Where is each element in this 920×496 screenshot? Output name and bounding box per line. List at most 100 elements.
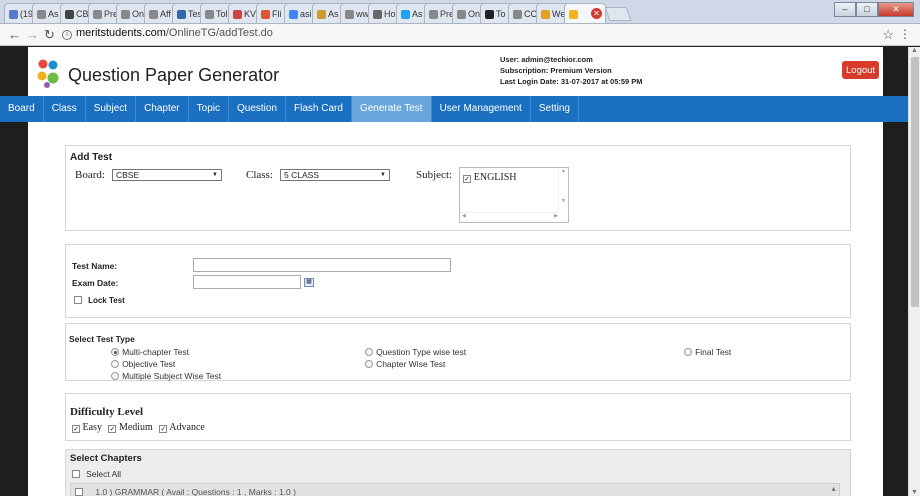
advance-option[interactable]: ✓ Advance: [159, 422, 205, 433]
user-line: User: admin@techior.com: [500, 55, 593, 64]
radio-multiple-subject[interactable]: Multiple Subject Wise Test: [111, 370, 221, 382]
url-field[interactable]: i meritstudents.com/OnlineTG/addTest.do: [62, 27, 273, 40]
tab-favicon-icon: [541, 9, 550, 19]
new-tab-button[interactable]: [604, 7, 632, 21]
radio-button[interactable]: [684, 348, 692, 356]
difficulty-options: ✓ Easy ✓ Medium ✓ Advance: [72, 422, 205, 433]
logout-button[interactable]: Logout: [842, 61, 880, 79]
board-select-value: CBSE: [116, 170, 140, 180]
nav-item-user-management[interactable]: User Management: [432, 96, 531, 122]
subject-listbox[interactable]: ✓ ENGLISH ▲ ▼ ◀ ▶: [459, 167, 569, 223]
radio-chapter-wise[interactable]: Chapter Wise Test: [365, 358, 445, 370]
nav-item-board[interactable]: Board: [0, 96, 44, 122]
select-all-option[interactable]: Select All: [72, 468, 121, 480]
maximize-icon[interactable]: □: [856, 2, 878, 17]
page-scrollbar[interactable]: ▲ ▼: [908, 47, 920, 496]
bookmark-star-icon[interactable]: ☆: [882, 27, 894, 43]
difficulty-section: Difficulty Level ✓ Easy ✓ Medium ✓ Advan…: [65, 393, 851, 441]
lock-test-option[interactable]: Lock Test: [74, 294, 125, 306]
test-name-input[interactable]: [193, 258, 451, 272]
select-all-label: Select All: [86, 469, 122, 479]
tab-favicon-icon: [121, 9, 130, 19]
easy-checkbox[interactable]: ✓: [72, 425, 80, 433]
radio-button[interactable]: [111, 360, 119, 368]
back-arrow-icon[interactable]: ←: [8, 27, 21, 42]
tab-favicon-icon: [485, 9, 494, 19]
chapter-row[interactable]: 1.0 ) GRAMMAR ( Avail : Questions : 1 , …: [75, 487, 296, 496]
tab-favicon-icon: [373, 9, 382, 19]
radio-button[interactable]: [365, 360, 373, 368]
chapter-checkbox[interactable]: [75, 488, 83, 496]
nav-item-subject[interactable]: Subject: [86, 96, 137, 122]
nav-item-topic[interactable]: Topic: [189, 96, 229, 122]
nav-item-flash-card[interactable]: Flash Card: [286, 96, 352, 122]
radio-label: Chapter Wise Test: [376, 359, 446, 369]
advance-label: Advance: [169, 422, 205, 433]
tab-favicon-icon: [233, 9, 242, 19]
browser-tab-label: As: [328, 9, 339, 19]
select-all-checkbox[interactable]: [72, 470, 80, 478]
browser-tab-active[interactable]: ✕: [564, 3, 606, 23]
tab-favicon-icon: [457, 9, 466, 19]
radio-button[interactable]: [111, 372, 119, 380]
tab-favicon-icon: [177, 9, 186, 19]
add-test-section: Add Test Board: CBSE ▼ Class: 5 CLASS ▼ Su…: [65, 145, 851, 231]
nav-item-class[interactable]: Class: [44, 96, 86, 122]
subject-list-item[interactable]: ✓ ENGLISH: [463, 171, 517, 183]
nav-item-setting[interactable]: Setting: [531, 96, 579, 122]
radio-button-selected[interactable]: [111, 348, 119, 356]
tab-favicon-icon: [149, 9, 158, 19]
scroll-thumb[interactable]: [911, 57, 919, 307]
chapters-title: Select Chapters: [70, 453, 142, 464]
chapter-list[interactable]: 1.0 ) GRAMMAR ( Avail : Questions : 1 , …: [70, 483, 840, 496]
radio-label: Objective Test: [122, 359, 176, 369]
medium-option[interactable]: ✓ Medium: [108, 422, 153, 433]
medium-checkbox[interactable]: ✓: [108, 425, 117, 433]
exam-date-label: Exam Date:: [72, 278, 119, 288]
nav-item-generate-test[interactable]: Generate Test: [351, 96, 432, 122]
scroll-down-icon[interactable]: ▼: [911, 489, 918, 496]
reload-icon[interactable]: ↻: [44, 27, 55, 43]
test-name-label: Test Name:: [72, 261, 118, 271]
dropdown-arrow-icon: ▼: [212, 172, 218, 178]
radio-label: Multi-chapter Test: [122, 347, 189, 357]
forward-arrow-icon[interactable]: →: [26, 27, 39, 42]
chapters-section: Select Chapters Select All 1.0 ) GRAMMAR…: [65, 449, 851, 496]
window-close-icon[interactable]: ✕: [878, 2, 914, 17]
class-select-value: 5 CLASS: [284, 170, 319, 180]
nav-item-question[interactable]: Question: [229, 96, 287, 122]
page-content: Question Paper Generator User: admin@tec…: [0, 47, 912, 496]
lock-test-checkbox[interactable]: [74, 296, 82, 304]
easy-option[interactable]: ✓ Easy: [72, 422, 102, 433]
subject-checkbox[interactable]: ✓: [463, 175, 471, 183]
calendar-icon[interactable]: ▦: [304, 278, 314, 287]
tab-favicon-icon: [345, 9, 354, 19]
chapter-list-scroll-up-icon[interactable]: ▲: [830, 486, 837, 493]
tab-favicon-icon: [289, 9, 298, 19]
listbox-vscroll[interactable]: ▲ ▼: [558, 168, 568, 212]
exam-date-input[interactable]: [193, 275, 301, 289]
radio-multi-chapter[interactable]: Multi-chapter Test: [111, 346, 189, 358]
minimize-icon[interactable]: –: [834, 2, 856, 17]
radio-label: Final Test: [695, 347, 732, 357]
tab-close-icon[interactable]: ✕: [591, 8, 602, 19]
radio-final[interactable]: Final Test: [684, 346, 731, 358]
tab-favicon-icon: [513, 9, 522, 19]
advance-checkbox[interactable]: ✓: [159, 425, 168, 433]
tab-favicon-icon: [317, 9, 326, 19]
radio-objective[interactable]: Objective Test: [111, 358, 175, 370]
browser-tab-label: On: [468, 9, 481, 19]
browser-tab-strip: (19AsCB asPreOnAffTesTolKVFliasiAswwHoAs…: [0, 0, 920, 24]
lock-test-label: Lock Test: [88, 296, 125, 305]
radio-button[interactable]: [365, 348, 373, 356]
page-viewport: Question Paper Generator User: admin@tec…: [0, 47, 920, 496]
scroll-up-icon[interactable]: ▲: [911, 47, 918, 54]
radio-question-type[interactable]: Question Type wise test: [365, 346, 466, 358]
url-path: /OnlineTG/addTest.do: [165, 27, 273, 39]
class-select[interactable]: 5 CLASS ▼: [280, 169, 390, 181]
nav-item-chapter[interactable]: Chapter: [136, 96, 189, 122]
browser-menu-icon[interactable]: ⋮: [899, 27, 911, 41]
info-icon[interactable]: i: [62, 30, 72, 40]
listbox-hscroll[interactable]: ◀ ▶: [460, 212, 558, 222]
board-select[interactable]: CBSE ▼: [112, 169, 222, 181]
